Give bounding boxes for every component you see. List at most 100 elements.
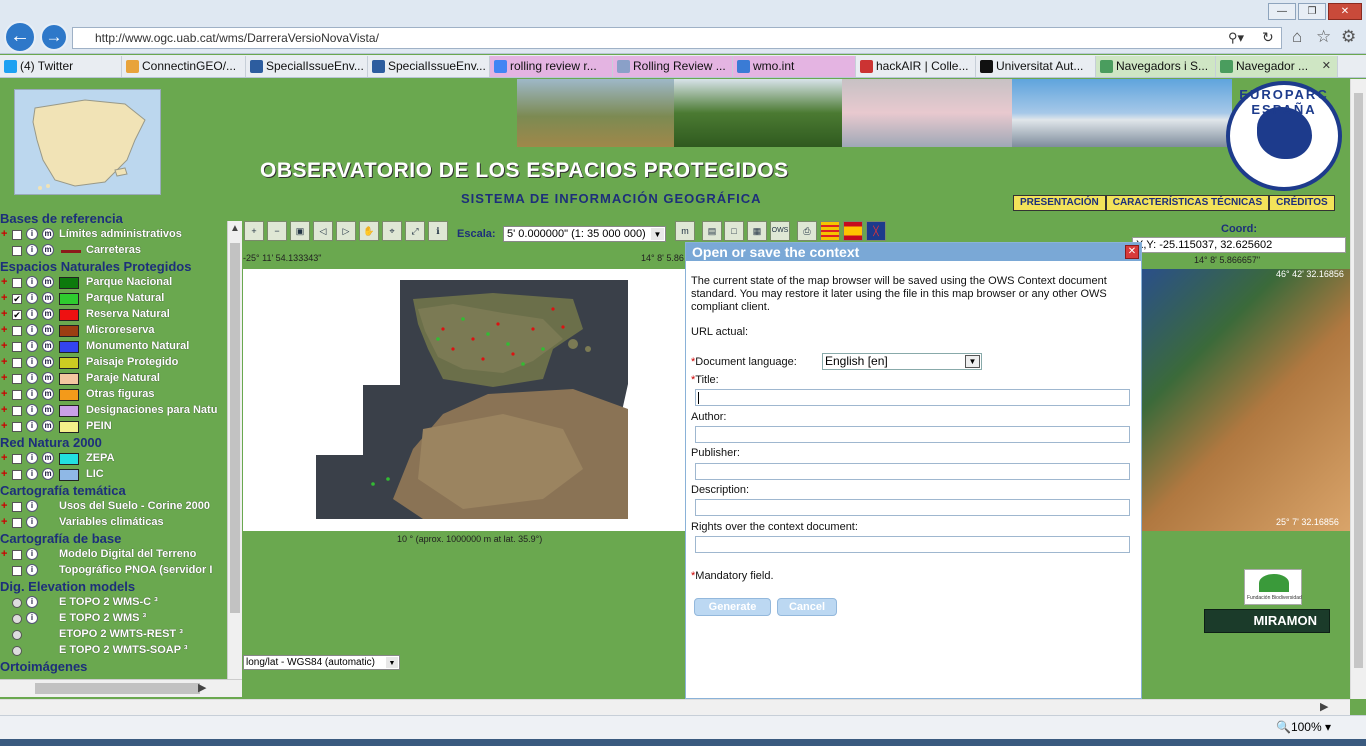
page-vscrollbar[interactable] — [1350, 79, 1366, 699]
info-icon[interactable]: i — [26, 516, 38, 528]
layer-item[interactable]: + i Usos del Suelo - Corine 2000 — [0, 499, 227, 515]
info-icon[interactable]: i — [26, 452, 38, 464]
layer-checkbox[interactable] — [12, 566, 22, 576]
restore-button[interactable]: ❐ — [1298, 3, 1326, 20]
metadata-icon[interactable]: m — [42, 420, 54, 432]
layer-item[interactable]: + i m Designaciones para Natu — [0, 403, 227, 419]
expand-plus-icon[interactable]: + — [1, 468, 9, 480]
favorite-tab-4[interactable]: SpecialIssueEnv... — [368, 56, 490, 77]
metadata-icon[interactable]: m — [42, 356, 54, 368]
nav-presentacion[interactable]: PRESENTACIÓN — [1013, 195, 1106, 211]
close-window-button[interactable]: ✕ — [1328, 3, 1362, 20]
info-icon[interactable]: i — [26, 612, 38, 624]
layer-radio[interactable] — [12, 646, 22, 656]
metadata-icon[interactable]: m — [42, 244, 54, 256]
info-icon[interactable]: i — [26, 324, 38, 336]
expand-plus-icon[interactable]: + — [1, 404, 9, 416]
layer-radio[interactable] — [12, 630, 22, 640]
layer-checkbox[interactable] — [12, 278, 22, 288]
refresh-icon[interactable]: ↻ — [1262, 29, 1274, 46]
map-view[interactable] — [243, 269, 685, 531]
zoom-to-icon[interactable]: ⤢ — [405, 221, 425, 241]
layer-checkbox[interactable] — [12, 246, 22, 256]
zoom-level[interactable]: 🔍100% ▾ — [1276, 720, 1331, 734]
author-input[interactable] — [695, 426, 1130, 443]
info-icon[interactable]: i — [26, 388, 38, 400]
favorite-tab-3[interactable]: SpecialIssueEnv... — [246, 56, 368, 77]
layer-checkbox[interactable] — [12, 374, 22, 384]
map-view-right[interactable] — [1142, 269, 1350, 531]
nav-caracteristicas[interactable]: CARACTERÍSTICAS TÉCNICAS — [1105, 195, 1270, 211]
rights-input[interactable] — [695, 536, 1130, 553]
table-icon[interactable]: ▦ — [747, 221, 767, 241]
expand-plus-icon[interactable]: + — [1, 228, 9, 240]
metadata-icon[interactable]: m — [42, 324, 54, 336]
info-icon[interactable]: i — [26, 420, 38, 432]
metadata-icon[interactable]: m — [42, 468, 54, 480]
layer-item[interactable]: + i Variables climáticas — [0, 515, 227, 531]
expand-plus-icon[interactable]: + — [1, 308, 9, 320]
sidebar-scrollbar[interactable]: ▲ — [227, 221, 242, 679]
layer-item[interactable]: + i m ZEPA — [0, 451, 227, 467]
zoom-window-icon[interactable]: ▣ — [290, 221, 310, 241]
layer-item[interactable]: + i m Límites administrativos — [0, 227, 227, 243]
minimize-button[interactable]: — — [1268, 3, 1296, 20]
expand-plus-icon[interactable]: + — [1, 324, 9, 336]
expand-plus-icon[interactable]: + — [1, 356, 9, 368]
favorite-tab-9[interactable]: Universitat Aut... — [976, 56, 1096, 77]
layer-item[interactable]: i Topográfico PNOA (servidor I — [0, 563, 227, 579]
metadata-icon[interactable]: m — [42, 452, 54, 464]
layer-checkbox[interactable] — [12, 518, 22, 528]
favorite-tab-1[interactable]: (4) Twitter — [0, 56, 122, 77]
layer-item[interactable]: + i m PEIN — [0, 419, 227, 435]
layer-checkbox[interactable] — [12, 454, 22, 464]
info-icon[interactable]: i — [26, 500, 38, 512]
back-button[interactable]: ← — [4, 21, 36, 53]
print-icon[interactable]: ⎙ — [797, 221, 817, 241]
previous-view-icon[interactable]: ◁ — [313, 221, 333, 241]
layer-checkbox[interactable] — [12, 502, 22, 512]
metadata-icon[interactable]: m — [42, 404, 54, 416]
layer-checkbox[interactable] — [12, 470, 22, 480]
favorites-star-icon[interactable]: ☆ — [1316, 27, 1331, 47]
layer-item[interactable]: + i Modelo Digital del Terreno — [0, 547, 227, 563]
window-icon[interactable]: □ — [724, 221, 744, 241]
dialog-close-button[interactable]: ✕ — [1125, 245, 1139, 259]
info-icon[interactable]: i — [26, 292, 38, 304]
layer-radio[interactable] — [12, 614, 22, 624]
basemap-radio-item[interactable]: ETOPO 2 WMTS-REST ³ — [0, 627, 227, 643]
sidebar-hscrollbar[interactable]: ▶ — [0, 679, 242, 697]
scale-select[interactable]: 5' 0.000000" (1: 35 000 000) ▼ — [503, 226, 666, 242]
info-icon[interactable]: i — [26, 468, 38, 480]
info-icon[interactable]: i — [26, 276, 38, 288]
metadata-icon[interactable]: m — [42, 276, 54, 288]
metadata-icon[interactable]: m — [42, 340, 54, 352]
scroll-thumb[interactable] — [230, 243, 240, 613]
home-icon[interactable]: ⌂ — [1292, 27, 1302, 47]
metadata-icon[interactable]: m — [42, 228, 54, 240]
favorite-tab-11[interactable]: Navegador ... ✕ — [1216, 56, 1338, 77]
info-icon[interactable]: i — [26, 596, 38, 608]
favorite-tab-6[interactable]: Rolling Review ... — [613, 56, 733, 77]
legend-icon[interactable]: ▤ — [702, 221, 722, 241]
metadata-icon[interactable]: m — [42, 292, 54, 304]
crs-select[interactable]: long/lat - WGS84 (automatic) ▼ — [243, 655, 400, 670]
expand-plus-icon[interactable]: + — [1, 452, 9, 464]
info-icon[interactable]: i — [26, 372, 38, 384]
expand-plus-icon[interactable]: + — [1, 372, 9, 384]
metadata-icon[interactable]: m — [42, 308, 54, 320]
expand-plus-icon[interactable]: + — [1, 292, 9, 304]
layer-item[interactable]: + i m Paraje Natural — [0, 371, 227, 387]
favorite-tab-5[interactable]: rolling review r... — [490, 56, 613, 77]
info-icon[interactable]: i — [26, 340, 38, 352]
close-tab-icon[interactable]: ✕ — [1322, 56, 1331, 77]
publisher-input[interactable] — [695, 463, 1130, 480]
expand-plus-icon[interactable]: + — [1, 276, 9, 288]
layer-item[interactable]: i m Carreteras — [0, 243, 227, 259]
info-icon[interactable]: i — [26, 564, 38, 576]
favorite-tab-10[interactable]: Navegadors i S... — [1096, 56, 1216, 77]
layer-checkbox[interactable]: ✔ — [12, 310, 22, 320]
next-view-icon[interactable]: ▷ — [336, 221, 356, 241]
info-icon[interactable]: i — [26, 404, 38, 416]
hscroll-thumb[interactable] — [35, 683, 200, 694]
